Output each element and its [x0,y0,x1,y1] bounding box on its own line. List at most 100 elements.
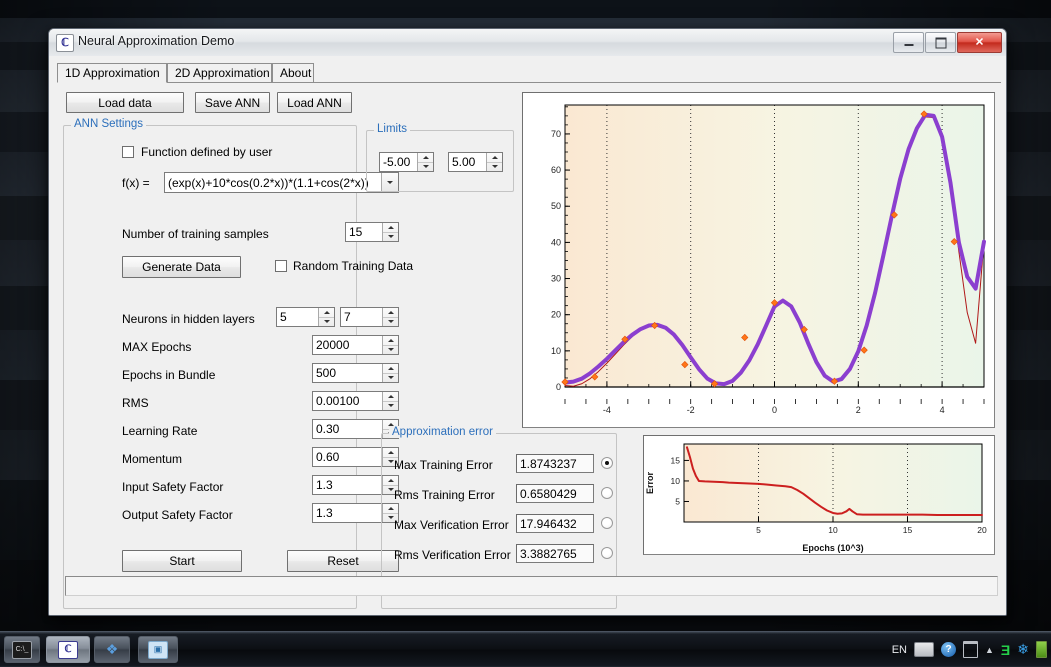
param-label-input-safety: Input Safety Factor [122,480,223,494]
svg-text:Error: Error [645,472,655,495]
terminal-icon: C:\_ [12,641,32,659]
limits-title: Limits [374,123,410,135]
svg-text:10: 10 [551,346,561,356]
load-ann-button[interactable]: Load ANN [277,92,352,113]
window-title: Neural Approximation Demo [78,34,234,48]
minimize-button[interactable] [893,32,924,53]
function-approximation-plot[interactable]: 010203040506070-4-2024 [522,92,995,428]
max-epochs-spinner[interactable]: 20000 [312,335,399,355]
rms-verification-error-value[interactable]: 3.3882765 [516,544,594,563]
fx-label: f(x) = [122,176,150,190]
help-icon[interactable]: ? [941,642,956,657]
status-bar [65,576,998,596]
tab-about[interactable]: About [272,63,314,82]
tab-2d-approximation[interactable]: 2D Approximation [167,63,272,82]
svg-text:5: 5 [675,496,680,506]
keyboard-icon[interactable] [914,642,934,657]
taskbar-item-editor-window[interactable]: ❖ [94,636,130,663]
approximation-error-title: Approximation error [389,426,496,438]
battery-icon[interactable] [1036,641,1047,658]
maximize-button[interactable] [925,32,956,53]
svg-text:10: 10 [828,525,838,535]
learning-rate-value: 0.30 [313,420,382,438]
rms-training-error-value[interactable]: 0.6580429 [516,484,594,503]
param-label-neurons: Neurons in hidden layers [122,312,255,326]
limit-max-spinner[interactable]: 5.00 [448,152,503,172]
title-bar[interactable]: ℂ Neural Approximation Demo ✕ [49,29,1006,57]
spinner-arrows[interactable] [382,223,398,241]
dropbox-icon[interactable]: ❄ [1017,641,1029,658]
epochs-in-bundle-spinner[interactable]: 500 [312,363,399,383]
param-label-epochs-bundle: Epochs in Bundle [122,368,215,382]
system-tray: EN ? ▲ Ǝ ❄ [892,632,1047,667]
spinner-arrows[interactable] [382,364,398,382]
rms-spinner[interactable]: 0.00100 [312,391,399,411]
param-label-learning-rate: Learning Rate [122,424,197,438]
function-combobox[interactable]: (exp(x)+10*cos(0.2*x))*(1.1+cos(2*x)) [164,172,399,193]
max-verification-error-radio[interactable] [601,517,613,529]
max-verification-error-value[interactable]: 17.946432 [516,514,594,533]
tab-strip: 1D Approximation 2D Approximation About [57,63,1001,83]
taskbar-item-neural-approximation-demo[interactable]: ℂ [46,636,90,663]
spinner-arrows[interactable] [417,153,433,171]
svg-text:0: 0 [556,382,561,392]
rms-verification-error-radio[interactable] [601,547,613,559]
limit-min-spinner[interactable]: -5.00 [379,152,434,172]
taskbar-item-console-window[interactable]: C:\_ [4,636,40,663]
start-button[interactable]: Start [122,550,242,572]
param-label-output-safety: Output Safety Factor [122,508,233,522]
generate-data-button[interactable]: Generate Data [122,256,241,278]
svg-text:2: 2 [856,405,861,415]
tray-language-indicator[interactable]: EN [892,644,907,656]
window-controls: ✕ [893,32,1002,53]
spinner-arrows[interactable] [318,308,334,326]
param-label-momentum: Momentum [122,452,182,466]
function-defined-by-user-label: Function defined by user [141,145,272,159]
app-icon: ℂ [56,34,74,52]
spinner-arrows[interactable] [382,308,398,326]
tab-1d-approximation[interactable]: 1D Approximation [57,63,167,83]
window-client-area: 1D Approximation 2D Approximation About … [49,56,1006,615]
max-training-error-radio[interactable] [601,457,613,469]
spinner-arrows[interactable] [382,392,398,410]
rms-training-error-label: Rms Training Error [394,488,495,502]
error-plot-svg: 510155101520Epochs (10^3)Error [644,436,994,554]
green-app-icon[interactable]: Ǝ [1001,642,1010,658]
max-training-error-value[interactable]: 1.8743237 [516,454,594,473]
svg-text:15: 15 [671,455,681,465]
param-label-rms: RMS [122,396,149,410]
svg-text:-4: -4 [603,405,611,415]
taskbar: C:\_ ℂ ❖ ▣ EN ? ▲ Ǝ ❄ [0,631,1051,667]
limit-max-value: 5.00 [449,153,486,171]
random-training-data-checkbox[interactable] [275,260,287,272]
max-epochs-value: 20000 [313,336,382,354]
app-icon: ℂ [58,641,78,659]
taskbar-item-image-viewer-window[interactable]: ▣ [138,636,178,663]
save-ann-button[interactable]: Save ANN [195,92,270,113]
svg-text:20: 20 [977,525,987,535]
random-training-data-label: Random Training Data [293,259,413,273]
rms-training-error-radio[interactable] [601,487,613,499]
svg-text:5: 5 [756,525,761,535]
rms-value: 0.00100 [313,392,382,410]
feather-icon: ❖ [103,642,121,658]
function-combobox-value: (exp(x)+10*cos(0.2*x))*(1.1+cos(2*x)) [165,176,381,190]
neurons-layer1-spinner[interactable]: 5 [276,307,335,327]
function-defined-by-user-checkbox[interactable] [122,146,134,158]
max-training-error-label: Max Training Error [394,458,493,472]
neurons-layer2-spinner[interactable]: 7 [340,307,399,327]
spinner-arrows[interactable] [486,153,502,171]
limits-group: Limits -5.00 5.00 [366,130,514,192]
input-safety-factor-value: 1.3 [313,476,382,494]
spinner-arrows[interactable] [382,336,398,354]
training-samples-value: 15 [346,223,382,241]
show-hidden-icon[interactable]: ▲ [985,645,994,655]
training-samples-spinner[interactable]: 15 [345,222,399,242]
svg-text:50: 50 [551,201,561,211]
load-data-button[interactable]: Load data [66,92,184,113]
svg-text:10: 10 [671,476,681,486]
training-error-plot[interactable]: 510155101520Epochs (10^3)Error [643,435,995,555]
momentum-value: 0.60 [313,448,382,466]
window-switch-icon[interactable] [963,641,978,658]
close-button[interactable]: ✕ [957,32,1002,53]
